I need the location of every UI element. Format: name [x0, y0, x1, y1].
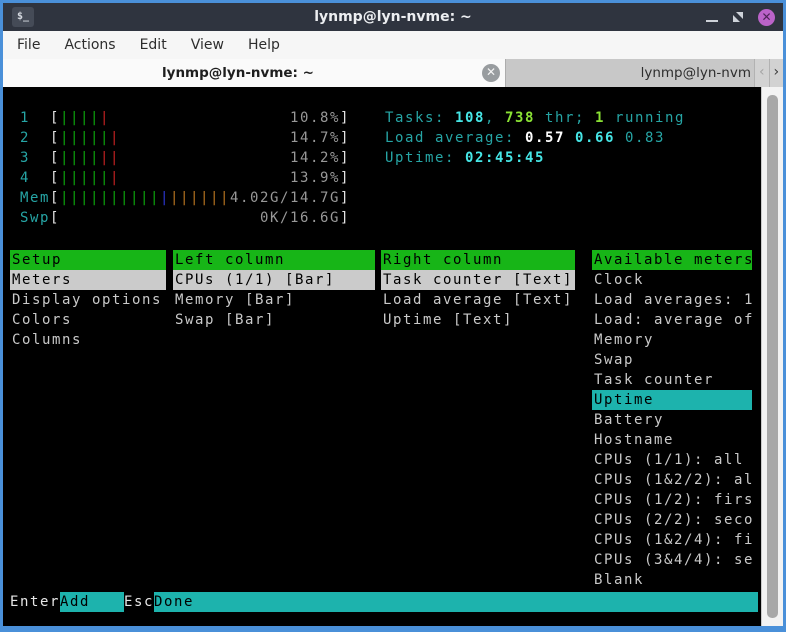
meter-mem: Mem[|||||||||||||||||4.02G/14.7G]: [10, 188, 350, 208]
panel-item-task-counter[interactable]: Task counter: [592, 370, 752, 390]
meter-4: 4 [|||||| 13.9%]: [10, 168, 350, 188]
panel-item-memory[interactable]: Memory: [592, 330, 752, 350]
panel-item-load-average-text[interactable]: Load average [Text]: [381, 290, 575, 310]
menu-help[interactable]: Help: [236, 31, 292, 59]
menu-actions[interactable]: Actions: [52, 31, 127, 59]
panel-item-memory-bar[interactable]: Memory [Bar]: [173, 290, 375, 310]
tab-inactive[interactable]: lynmp@lyn-nvm: [506, 59, 754, 87]
window-title: lynmp@lyn-nvme: ~: [3, 3, 783, 31]
panel-item-swap-bar[interactable]: Swap [Bar]: [173, 310, 375, 330]
panel-item-cpus-1-1-all[interactable]: CPUs (1/1): all: [592, 450, 752, 470]
panel-item-clock[interactable]: Clock: [592, 270, 752, 290]
panel-item-battery[interactable]: Battery: [592, 410, 752, 430]
meter-1: 1 [||||| 10.8%]: [10, 108, 350, 128]
meter-2: 2 [|||||| 14.7%]: [10, 128, 350, 148]
panel-item-hostname[interactable]: Hostname: [592, 430, 752, 450]
fkey-esc[interactable]: Esc: [124, 592, 154, 612]
meter-tasks: Tasks: 108, 738 thr; 1 running: [385, 108, 685, 128]
panel-item-cpus-1-1-bar[interactable]: CPUs (1/1) [Bar]: [173, 270, 375, 290]
panel-item-meters[interactable]: Meters: [10, 270, 166, 290]
panel-item-swap[interactable]: Swap: [592, 350, 752, 370]
fkey-label-done[interactable]: Done: [154, 592, 758, 612]
panel-item-cpus-2-2-seco[interactable]: CPUs (2/2): seco: [592, 510, 752, 530]
panel-item-cpus-1-2-4-fi[interactable]: CPUs (1&2/4): fi: [592, 530, 752, 550]
panel-header-available-meters: Available meters: [592, 250, 752, 270]
panel-item-load-averages-1[interactable]: Load averages: 1: [592, 290, 752, 310]
panel-header-setup: Setup: [10, 250, 166, 270]
tabbar: lynmp@lyn-nvme: ~ ✕ lynmp@lyn-nvm ‹ ›: [3, 59, 783, 87]
meter-uptime: Uptime: 02:45:45: [385, 148, 545, 168]
panel-item-uptime[interactable]: Uptime: [592, 390, 752, 410]
panel-item-display-options[interactable]: Display options: [10, 290, 166, 310]
terminal-window: $_ lynmp@lyn-nvme: ~ ✕ File Actions Edit…: [0, 0, 786, 632]
tab-scroll-buttons: ‹ ›: [754, 59, 783, 87]
tab-close-icon[interactable]: ✕: [482, 64, 500, 82]
menubar: File Actions Edit View Help: [3, 31, 783, 59]
titlebar[interactable]: $_ lynmp@lyn-nvme: ~ ✕: [3, 3, 783, 31]
fkey-enter[interactable]: Enter: [10, 592, 60, 612]
panel-item-uptime-text[interactable]: Uptime [Text]: [381, 310, 575, 330]
tab-scroll-right-icon[interactable]: ›: [769, 59, 784, 87]
menu-edit[interactable]: Edit: [128, 31, 179, 59]
close-button[interactable]: ✕: [758, 9, 775, 26]
panel-item-cpus-1-2-firs[interactable]: CPUs (1/2): firs: [592, 490, 752, 510]
tab-inactive-label: lynmp@lyn-nvm: [506, 59, 754, 87]
panel-item-columns[interactable]: Columns: [10, 330, 166, 350]
panel-item-task-counter-text[interactable]: Task counter [Text]: [381, 270, 575, 290]
scrollbar-thumb[interactable]: [767, 95, 778, 618]
panel-header-left-column: Left column: [173, 250, 375, 270]
panel-header-right-column: Right column: [381, 250, 575, 270]
maximize-button[interactable]: [732, 11, 744, 23]
function-bar: EnterAddEscDone: [10, 592, 758, 612]
meter-load-average: Load average: 0.57 0.66 0.83: [385, 128, 665, 148]
menu-file[interactable]: File: [5, 31, 52, 59]
menu-view[interactable]: View: [179, 31, 236, 59]
meter-3: 3 [|||||| 14.2%]: [10, 148, 350, 168]
terminal-screen[interactable]: 1 [||||| 10.8%] 2 [|||||| 14.7%] 3 [||||…: [3, 87, 761, 626]
panel-item-blank[interactable]: Blank: [592, 570, 752, 590]
terminal-scrollbar[interactable]: [761, 87, 783, 626]
fkey-label-add[interactable]: Add: [60, 592, 124, 612]
tab-active[interactable]: lynmp@lyn-nvme: ~ ✕: [3, 59, 506, 87]
tab-active-label: lynmp@lyn-nvme: ~: [3, 59, 473, 87]
panel-item-load-average-of[interactable]: Load: average of: [592, 310, 752, 330]
panel-item-cpus-1-2-2-al[interactable]: CPUs (1&2/2): al: [592, 470, 752, 490]
meter-swp: Swp[ 0K/16.6G]: [10, 208, 350, 228]
window-controls: ✕: [706, 3, 775, 31]
restore-icon: [732, 11, 744, 23]
tab-scroll-left-icon[interactable]: ‹: [754, 59, 769, 87]
minimize-button[interactable]: [706, 20, 718, 22]
panel-item-colors[interactable]: Colors: [10, 310, 166, 330]
panel-item-cpus-3-4-4-se[interactable]: CPUs (3&4/4): se: [592, 550, 752, 570]
